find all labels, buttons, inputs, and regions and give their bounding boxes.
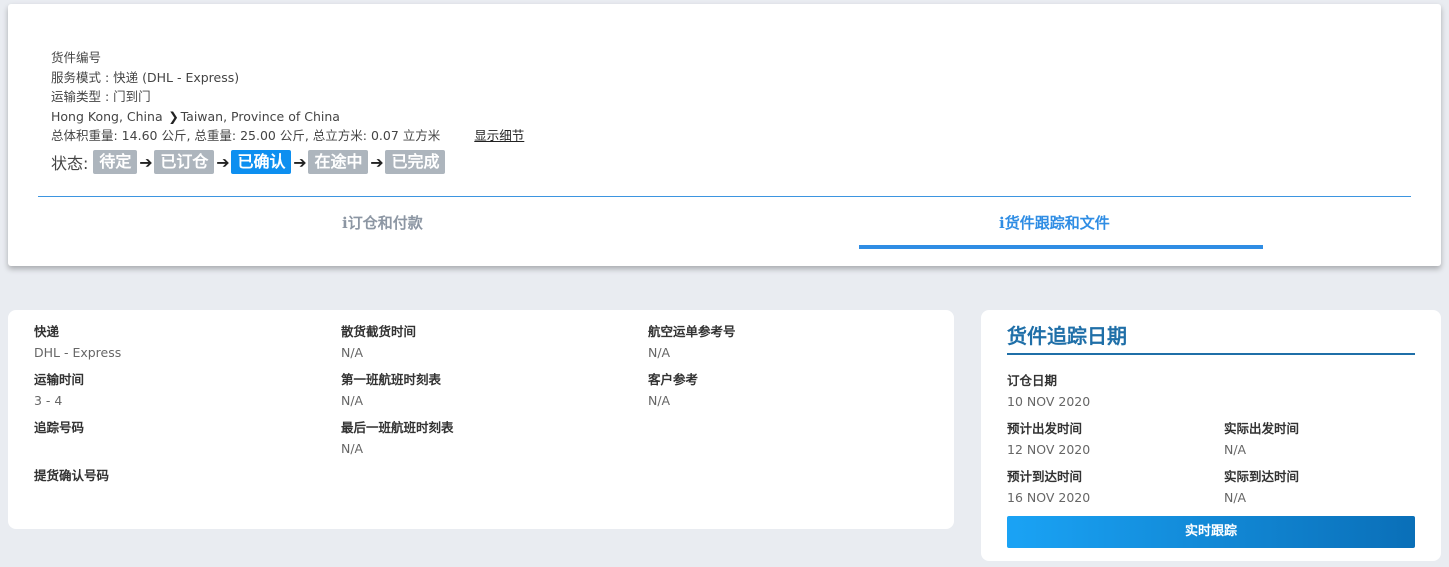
real-time-tracking-button[interactable]: 实时跟踪 bbox=[1007, 516, 1415, 548]
status-step-booked: 已订仓 bbox=[154, 150, 215, 174]
field-label: 运输时间 bbox=[34, 372, 85, 387]
tracking-dates-title: 货件追踪日期 bbox=[1007, 324, 1127, 348]
field-label: 实际出发时间 bbox=[1224, 421, 1300, 436]
first-flight-field: 第一班航班时刻表 N/A bbox=[341, 372, 441, 410]
arrow-right-icon: ➔ bbox=[216, 152, 230, 172]
arrow-right-icon: ➔ bbox=[139, 152, 153, 172]
field-label: 追踪号码 bbox=[34, 420, 85, 435]
weights-row: 总体积重量: 14.60 公斤, 总重量: 25.00 公斤, 总立方米: 0.… bbox=[51, 126, 524, 146]
status-step-confirmed: 已确认 bbox=[231, 150, 292, 174]
destination: Taiwan, Province of China bbox=[180, 108, 340, 124]
arrow-right-icon: ➔ bbox=[370, 152, 384, 172]
field-value: N/A bbox=[648, 393, 671, 408]
shipment-details-card: 快递 DHL - Express 运输时间 3 - 4 追踪号码 提货确认号码 … bbox=[8, 310, 954, 529]
express-field: 快递 DHL - Express bbox=[34, 324, 121, 362]
field-value: 16 NOV 2020 bbox=[1007, 490, 1091, 505]
field-label: 提货确认号码 bbox=[34, 468, 110, 483]
transport-type: 运输类型 : 门到门 bbox=[51, 89, 151, 105]
field-label: 第一班航班时刻表 bbox=[341, 372, 442, 387]
estimated-departure-field: 预计出发时间 12 NOV 2020 bbox=[1007, 421, 1090, 459]
shipment-number-label: 货件编号 bbox=[51, 50, 102, 65]
field-label: 订仓日期 bbox=[1007, 373, 1058, 388]
transit-time-field: 运输时间 3 - 4 bbox=[34, 372, 84, 410]
actual-departure-field: 实际出发时间 N/A bbox=[1224, 421, 1299, 459]
field-value: N/A bbox=[648, 345, 671, 360]
customer-reference-field: 客户参考 N/A bbox=[648, 372, 698, 410]
field-value: 10 NOV 2020 bbox=[1007, 394, 1091, 409]
field-value: 12 NOV 2020 bbox=[1007, 442, 1091, 457]
chevron-right-icon: ❯ bbox=[168, 108, 179, 124]
status-progress: 状态: 待定 ➔ 已订仓 ➔ 已确认 ➔ 在途中 ➔ 已完成 bbox=[51, 150, 446, 174]
field-label: 快递 bbox=[34, 324, 60, 339]
shipment-info: 货件编号 服务模式 : 快递 (DHL - Express) 运输类型 : 门到… bbox=[51, 48, 524, 146]
field-value: N/A bbox=[341, 345, 364, 360]
field-value: 3 - 4 bbox=[34, 393, 63, 408]
origin: Hong Kong, China bbox=[51, 108, 163, 124]
awb-reference-field: 航空运单参考号 N/A bbox=[648, 324, 736, 362]
status-step-pending: 待定 bbox=[93, 150, 138, 174]
status-label: 状态: bbox=[51, 154, 89, 173]
field-value: N/A bbox=[341, 393, 364, 408]
field-label: 最后一班航班时刻表 bbox=[341, 420, 454, 435]
status-step-in-transit: 在途中 bbox=[308, 150, 369, 174]
field-label: 预计到达时间 bbox=[1007, 469, 1083, 484]
pickup-confirmation-field: 提货确认号码 bbox=[34, 468, 109, 484]
estimated-arrival-field: 预计到达时间 16 NOV 2020 bbox=[1007, 469, 1090, 507]
field-value: N/A bbox=[341, 441, 364, 456]
cargo-cutoff-field: 散货截货时间 N/A bbox=[341, 324, 416, 362]
service-mode: 服务模式 : 快递 (DHL - Express) bbox=[51, 69, 240, 85]
tab-tracking-label: 货件跟踪和文件 bbox=[1004, 214, 1110, 232]
field-value: DHL - Express bbox=[34, 345, 122, 360]
field-label: 散货截货时间 bbox=[341, 324, 417, 339]
field-value: N/A bbox=[1224, 490, 1247, 505]
tab-tracking-documents[interactable]: ℹ货件跟踪和文件 bbox=[999, 212, 1110, 233]
field-label: 实际到达时间 bbox=[1224, 469, 1300, 484]
title-underline bbox=[1007, 353, 1415, 355]
show-details-link[interactable]: 显示细节 bbox=[474, 128, 524, 143]
status-step-completed: 已完成 bbox=[385, 150, 446, 174]
tracking-dates-card: 货件追踪日期 订仓日期 10 NOV 2020 预计出发时间 12 NOV 20… bbox=[981, 310, 1441, 561]
tab-booking-label: 订仓和付款 bbox=[347, 214, 423, 232]
divider bbox=[38, 196, 1411, 197]
field-value: N/A bbox=[1224, 442, 1247, 457]
field-label: 客户参考 bbox=[648, 372, 699, 387]
weights: 总体积重量: 14.60 公斤, 总重量: 25.00 公斤, 总立方米: 0.… bbox=[51, 128, 441, 144]
tab-booking-payment[interactable]: ℹ订仓和付款 bbox=[342, 212, 423, 233]
tracking-number-field: 追踪号码 bbox=[34, 420, 84, 436]
actual-arrival-field: 实际到达时间 N/A bbox=[1224, 469, 1299, 507]
field-label: 航空运单参考号 bbox=[648, 324, 736, 339]
booking-date-field: 订仓日期 10 NOV 2020 bbox=[1007, 373, 1090, 411]
shipment-summary-card: 货件编号 服务模式 : 快递 (DHL - Express) 运输类型 : 门到… bbox=[8, 4, 1441, 266]
route: Hong Kong, China ❯ Taiwan, Province of Ch… bbox=[51, 107, 524, 127]
arrow-right-icon: ➔ bbox=[293, 152, 307, 172]
field-label: 预计出发时间 bbox=[1007, 421, 1083, 436]
active-tab-indicator bbox=[859, 245, 1263, 249]
last-flight-field: 最后一班航班时刻表 N/A bbox=[341, 420, 454, 458]
